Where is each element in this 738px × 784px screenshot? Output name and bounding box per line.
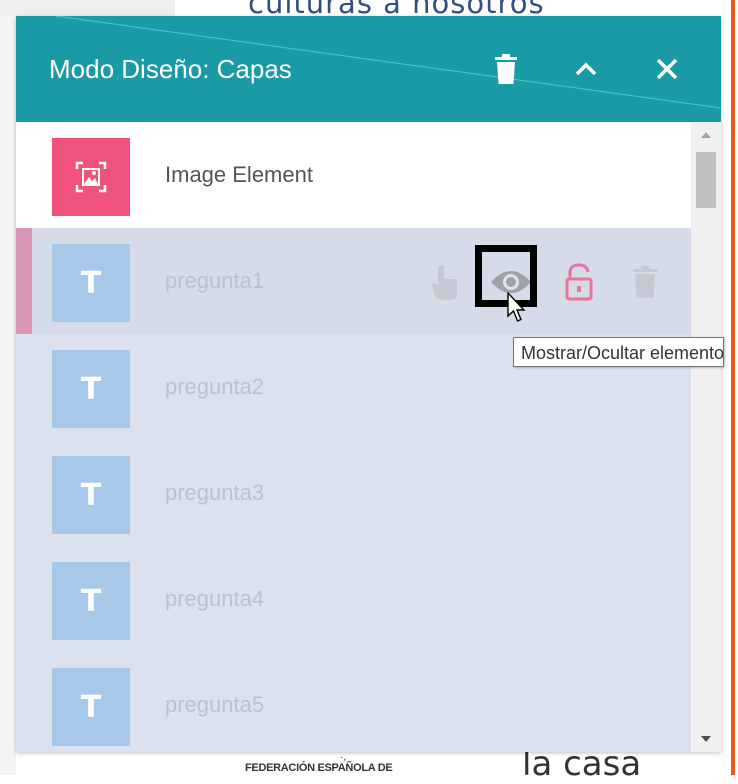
text-icon: T: [80, 265, 102, 301]
toggle-lock-button[interactable]: [554, 254, 604, 310]
layer-label: pregunta4: [165, 586, 265, 611]
collapse-panel-button[interactable]: [569, 51, 603, 87]
chevron-up-icon: [575, 62, 597, 76]
page-orange-border: [731, 0, 735, 775]
text-element-thumbnail: T: [52, 456, 130, 534]
text-element-thumbnail: T: [52, 350, 130, 428]
triangle-down-icon: [701, 736, 711, 742]
image-icon: [75, 161, 107, 193]
scrollbar-thumb[interactable]: [696, 152, 716, 208]
layers-panel: Modo Diseño: Capas Image Element T pregu…: [16, 16, 721, 752]
trash-icon: [495, 54, 517, 84]
text-icon: T: [80, 477, 102, 513]
layers-scrollbar[interactable]: [691, 122, 721, 752]
panel-header[interactable]: Modo Diseño: Capas: [16, 16, 721, 122]
page-background-left: [0, 0, 16, 775]
layer-label: pregunta5: [165, 692, 265, 717]
visibility-tooltip: Mostrar/Ocultar elemento: [513, 337, 724, 367]
text-element-thumbnail: T: [52, 668, 130, 746]
eye-icon: [491, 271, 531, 293]
close-panel-button[interactable]: [650, 51, 684, 87]
scroll-up-button[interactable]: [691, 122, 721, 148]
triangle-up-icon: [701, 132, 711, 138]
layer-row-image-element[interactable]: Image Element: [16, 122, 691, 228]
delete-all-button[interactable]: [489, 51, 523, 87]
close-icon: [656, 58, 678, 80]
layer-row-pregunta3[interactable]: T pregunta3: [16, 440, 691, 546]
layer-row-pregunta1[interactable]: T pregunta1: [16, 228, 691, 334]
panel-title: Modo Diseño: Capas: [49, 54, 292, 84]
toggle-visibility-button[interactable]: [486, 254, 536, 310]
text-icon: T: [80, 371, 102, 407]
move-layer-button[interactable]: [420, 254, 470, 310]
delete-layer-button[interactable]: [620, 254, 670, 310]
page-punctuation: ·,: [340, 752, 347, 763]
text-element-thumbnail: T: [52, 244, 130, 322]
trash-icon: [633, 266, 657, 298]
text-element-thumbnail: T: [52, 562, 130, 640]
layers-list[interactable]: Image Element T pregunta1 T pregunta2 T …: [16, 122, 691, 752]
scroll-down-button[interactable]: [691, 726, 721, 752]
layer-label: pregunta3: [165, 480, 265, 505]
layer-label: Image Element: [165, 162, 313, 187]
layer-label: pregunta1: [165, 268, 265, 293]
layer-label: pregunta2: [165, 374, 265, 399]
page-background-strip: [0, 0, 175, 16]
layer-row-pregunta4[interactable]: T pregunta4: [16, 546, 691, 652]
page-org-text: FEDERACIÓN ESPAÑOLA DE: [245, 762, 393, 774]
image-element-thumbnail: [52, 138, 130, 216]
hand-pointer-icon: [432, 265, 457, 300]
row-accent-bar: [16, 228, 32, 334]
layer-actions: [420, 254, 670, 310]
text-icon: T: [80, 689, 102, 725]
unlock-icon: [565, 263, 593, 301]
text-icon: T: [80, 583, 102, 619]
layer-row-pregunta5[interactable]: T pregunta5: [16, 652, 691, 752]
